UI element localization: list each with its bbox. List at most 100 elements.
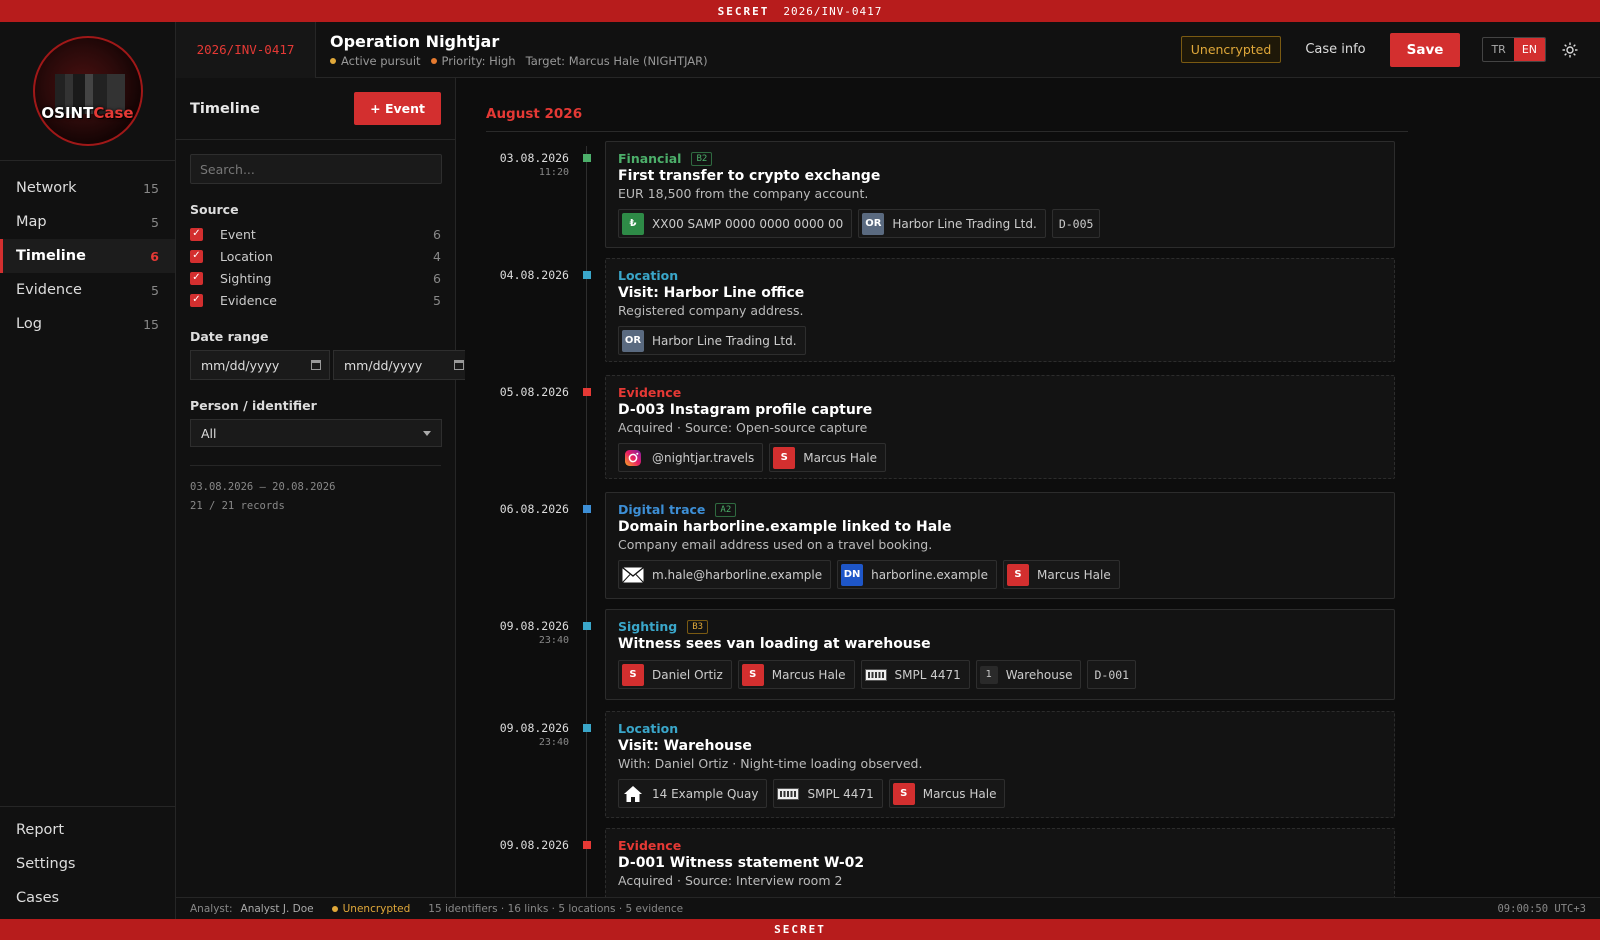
event-title: D-001 Witness statement W-02 <box>618 855 865 871</box>
source-label: Source <box>190 202 239 217</box>
logo-text-osint: OSINT <box>41 104 94 122</box>
evidence-chip[interactable]: D-001 <box>1087 660 1137 689</box>
nav-item-report[interactable]: Report <box>0 813 175 847</box>
case-info-button[interactable]: Case info <box>1305 42 1365 57</box>
nav-label: Settings <box>16 856 76 872</box>
checkbox-checked-icon[interactable]: ✓ <box>190 293 203 307</box>
nav-label: Timeline <box>16 248 86 264</box>
entity-chip[interactable]: ₺ XX00 SAMP 0000 0000 0000 00 <box>618 209 853 238</box>
nav-item-log[interactable]: Log 15 <box>0 307 175 341</box>
date-range-label: Date range <box>190 329 269 344</box>
person-select[interactable]: All <box>190 419 442 447</box>
save-button[interactable]: Save <box>1389 32 1461 67</box>
status-dot-icon <box>330 58 336 64</box>
subject-icon: S <box>1007 563 1029 586</box>
event-title: D-003 Instagram profile capture <box>618 402 873 418</box>
entity-chip[interactable]: S Marcus Hale <box>888 779 1006 808</box>
analyst-label: Analyst: <box>190 902 233 915</box>
source-count: 4 <box>433 248 441 264</box>
event-category: Location <box>618 721 679 736</box>
add-event-button[interactable]: + Event <box>354 92 441 125</box>
entity-chip[interactable]: m.hale@harborline.example <box>618 560 832 589</box>
entity-chip[interactable]: S Daniel Ortiz <box>618 660 732 689</box>
entity-chip[interactable]: OR Harbor Line Trading Ltd. <box>618 326 806 355</box>
chip-label: Harbor Line Trading Ltd. <box>652 333 797 348</box>
person-select-value: All <box>201 425 217 441</box>
logo: OSINTCase <box>0 22 175 161</box>
entity-chip[interactable]: S Marcus Hale <box>737 660 855 689</box>
encryption-status: Unencrypted <box>331 903 410 915</box>
event-desc: Company email address used on a travel b… <box>618 537 933 552</box>
filter-summary: 03.08.2026 – 20.08.2026 21 / 21 records <box>190 465 441 516</box>
event-time: 11:20 <box>538 167 569 178</box>
priority-text: Priority: High <box>441 53 516 68</box>
reliability-badge: B3 <box>687 619 709 634</box>
entity-chip[interactable]: SMPL 4471 <box>773 779 883 808</box>
entity-chip[interactable]: 14 Example Quay <box>618 779 768 808</box>
entity-chip[interactable]: OR Harbor Line Trading Ltd. <box>858 209 1046 238</box>
source-filter-location[interactable]: ✓ Location 4 <box>190 245 441 267</box>
entity-chip[interactable]: SMPL 4471 <box>860 660 970 689</box>
encryption-badge[interactable]: Unencrypted <box>1180 36 1282 63</box>
chip-label: SMPL 4471 <box>807 786 874 801</box>
nav-item-map[interactable]: Map 5 <box>0 205 175 239</box>
analyst-name: Analyst J. Doe <box>240 902 314 915</box>
event-category: Evidence <box>618 838 682 853</box>
date-from-input[interactable]: mm/dd/yyyy <box>190 350 330 380</box>
banner-case-code: 2026/INV-0417 <box>783 4 883 18</box>
reliability-badge: B2 <box>691 151 713 166</box>
nav-item-timeline[interactable]: Timeline 6 <box>0 239 175 273</box>
checkbox-checked-icon[interactable]: ✓ <box>190 227 203 241</box>
event-card[interactable]: Financial B2 First transfer to crypto exc… <box>605 141 1395 248</box>
person-label: Person / identifier <box>190 398 317 413</box>
nav-item-network[interactable]: Network 15 <box>0 171 175 205</box>
source-count: 6 <box>433 270 441 286</box>
entity-chip[interactable]: @nightjar.travels <box>618 443 764 472</box>
chip-label: Marcus Hale <box>1037 567 1111 582</box>
evidence-chip[interactable]: D-005 <box>1051 209 1101 238</box>
entity-chip[interactable]: DN harborline.example <box>837 560 997 589</box>
source-filter-sighting[interactable]: ✓ Sighting 6 <box>190 267 441 289</box>
timeline-axis <box>586 146 587 897</box>
lang-tr-button[interactable]: TR <box>1483 38 1513 61</box>
nav-count: 6 <box>150 248 159 264</box>
nav-item-cases[interactable]: Cases <box>0 881 175 915</box>
encryption-dot-icon <box>331 905 338 912</box>
event-card[interactable]: Digital trace A2 Domain harborline.exampl… <box>605 492 1395 599</box>
event-card[interactable]: Location Visit: Harbor Line office Regis… <box>605 258 1395 362</box>
nav-label: Evidence <box>16 282 82 298</box>
search-input[interactable] <box>190 154 442 184</box>
theme-toggle-sun-icon[interactable] <box>1562 42 1578 58</box>
nav-label: Report <box>16 822 65 838</box>
event-date: 09.08.2026 <box>499 721 569 735</box>
chip-label: Warehouse <box>1005 667 1073 682</box>
nav-item-evidence[interactable]: Evidence 5 <box>0 273 175 307</box>
source-filter-event[interactable]: ✓ Event 6 <box>190 223 441 245</box>
chip-label: harborline.example <box>871 567 988 582</box>
event-card[interactable]: Location Visit: Warehouse With: Daniel O… <box>605 711 1395 818</box>
entity-chip[interactable]: S Marcus Hale <box>769 443 887 472</box>
calendar-icon[interactable] <box>311 360 321 370</box>
event-desc: With: Daniel Ortiz · Night-time loading … <box>618 756 923 771</box>
event-card[interactable]: Evidence D-003 Instagram profile capture… <box>605 375 1395 479</box>
license-plate-icon <box>777 783 800 805</box>
source-filter-evidence[interactable]: ✓ Evidence 5 <box>190 289 441 311</box>
event-desc: Acquired · Source: Open-source capture <box>618 420 868 435</box>
nav-item-settings[interactable]: Settings <box>0 847 175 881</box>
event-card[interactable]: Evidence D-001 Witness statement W-02 Ac… <box>605 828 1395 897</box>
lang-en-button[interactable]: EN <box>1513 38 1545 61</box>
status-indicator: Active pursuit <box>330 54 421 68</box>
event-date: 05.08.2026 <box>499 385 569 399</box>
date-to-input[interactable]: mm/dd/yyyy <box>333 350 465 380</box>
checkbox-checked-icon[interactable]: ✓ <box>190 249 203 263</box>
entity-chip[interactable]: 1 Warehouse <box>975 660 1082 689</box>
event-marker <box>583 724 591 732</box>
source-count: 6 <box>433 226 441 242</box>
checkbox-checked-icon[interactable]: ✓ <box>190 271 203 285</box>
entity-chip[interactable]: S Marcus Hale <box>1003 560 1120 589</box>
event-card[interactable]: Sighting B3 Witness sees van loading at w… <box>605 609 1395 700</box>
chip-label: 14 Example Quay <box>652 786 759 801</box>
chip-label: Marcus Hale <box>803 450 878 465</box>
source-count: 5 <box>433 292 441 308</box>
logo-emblem: OSINTCase <box>32 36 143 146</box>
